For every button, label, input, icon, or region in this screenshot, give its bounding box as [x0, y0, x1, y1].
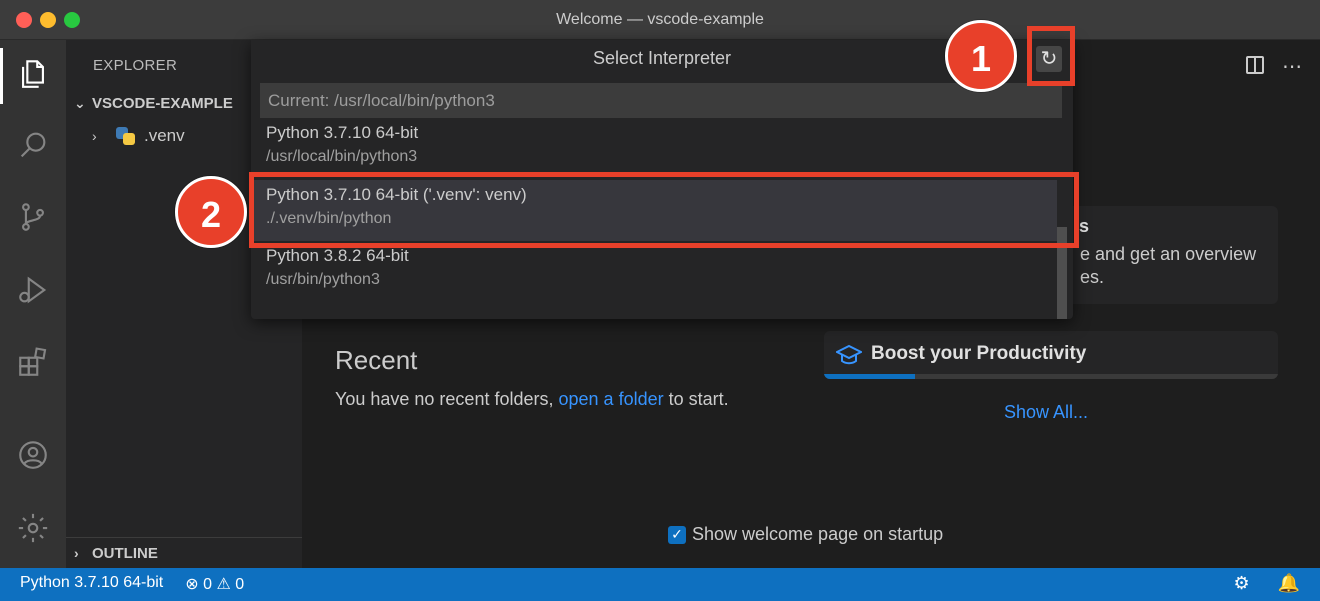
- explorer-icon[interactable]: [13, 54, 53, 94]
- boost-progress-track: [824, 374, 1278, 379]
- python-interpreter-status[interactable]: Python 3.7.10 64-bit: [20, 574, 163, 594]
- recent-text: You have no recent folders, open a folde…: [335, 389, 729, 410]
- interpreter-filter-input[interactable]: [260, 83, 1062, 118]
- live-share-icon[interactable]: ⚙: [1233, 573, 1249, 594]
- activity-bar: [0, 40, 66, 568]
- open-folder-link[interactable]: open a folder: [559, 389, 664, 409]
- callout-badge-1: 1: [945, 20, 1017, 92]
- sidebar-title: EXPLORER: [93, 57, 178, 74]
- callout-box-refresh: [1027, 26, 1075, 86]
- workspace-section-header[interactable]: ⌄ VSCODE-EXAMPLE: [74, 95, 233, 112]
- tree-item-label: .venv: [144, 126, 185, 145]
- extensions-icon[interactable]: [13, 342, 53, 382]
- walkthrough-card-desc-line2: es.: [1080, 267, 1105, 287]
- problems-status[interactable]: ⊗ 0 ⚠ 0: [185, 574, 244, 594]
- status-bar: Python 3.7.10 64-bit ⊗ 0 ⚠ 0 ⚙ 🔔: [0, 568, 1320, 601]
- callout-badge-2: 2: [175, 176, 247, 248]
- warning-count: 0: [235, 576, 245, 593]
- run-debug-icon[interactable]: [13, 270, 53, 310]
- chevron-right-icon: ›: [92, 128, 97, 144]
- interpreter-path: /usr/local/bin/python3: [266, 148, 418, 165]
- interpreter-label: Python 3.8.2 64-bit: [266, 246, 409, 265]
- chevron-right-icon: ›: [74, 545, 79, 561]
- search-icon[interactable]: [13, 125, 53, 165]
- error-count: 0: [203, 576, 212, 593]
- notifications-bell-icon[interactable]: 🔔: [1278, 573, 1300, 594]
- mortarboard-icon: [836, 344, 862, 365]
- more-actions-icon[interactable]: ⋯: [1282, 54, 1302, 79]
- editor-actions: ⋯: [1246, 54, 1302, 79]
- show-all-link[interactable]: Show All...: [1004, 402, 1088, 423]
- interpreter-path: /usr/bin/python3: [266, 271, 380, 288]
- outline-section-header[interactable]: › OUTLINE: [66, 537, 302, 568]
- account-icon[interactable]: [13, 435, 53, 475]
- recent-heading: Recent: [335, 345, 418, 375]
- workspace-label: VSCODE-EXAMPLE: [92, 95, 233, 112]
- python-folder-icon: [116, 127, 136, 145]
- boost-progress-fill: [824, 374, 915, 379]
- callout-box-venv: [249, 172, 1079, 248]
- boost-productivity-card[interactable]: Boost your Productivity: [824, 331, 1278, 379]
- recent-text-after: to start.: [668, 389, 729, 409]
- outline-label: OUTLINE: [92, 544, 158, 562]
- walkthrough-card-desc-line1: e and get an overview: [1080, 244, 1257, 264]
- interpreter-item[interactable]: Python 3.7.10 64-bit /usr/local/bin/pyth…: [251, 122, 1057, 179]
- tree-item-venv[interactable]: › .venv: [92, 126, 185, 146]
- source-control-icon[interactable]: [13, 197, 53, 237]
- settings-gear-icon[interactable]: [13, 508, 53, 548]
- warning-icon: ⚠: [216, 576, 231, 593]
- show-welcome-checkbox-row[interactable]: ✓ Show welcome page on startup: [668, 524, 943, 545]
- boost-title: Boost your Productivity: [871, 343, 1087, 364]
- checkbox-checked-icon[interactable]: ✓: [668, 525, 686, 544]
- title-bar: Welcome — vscode-example: [0, 0, 1320, 40]
- interpreter-item[interactable]: Python 3.8.2 64-bit /usr/bin/python3: [251, 241, 1057, 302]
- recent-text-before: You have no recent folders,: [335, 389, 554, 409]
- chevron-down-icon: ⌄: [74, 95, 86, 111]
- interpreter-label: Python 3.7.10 64-bit: [266, 123, 419, 142]
- split-editor-icon[interactable]: [1246, 56, 1264, 74]
- window-title: Welcome — vscode-example: [556, 11, 764, 28]
- error-icon: ⊗: [185, 576, 199, 593]
- active-indicator: [0, 48, 3, 104]
- startup-label: Show welcome page on startup: [692, 524, 944, 544]
